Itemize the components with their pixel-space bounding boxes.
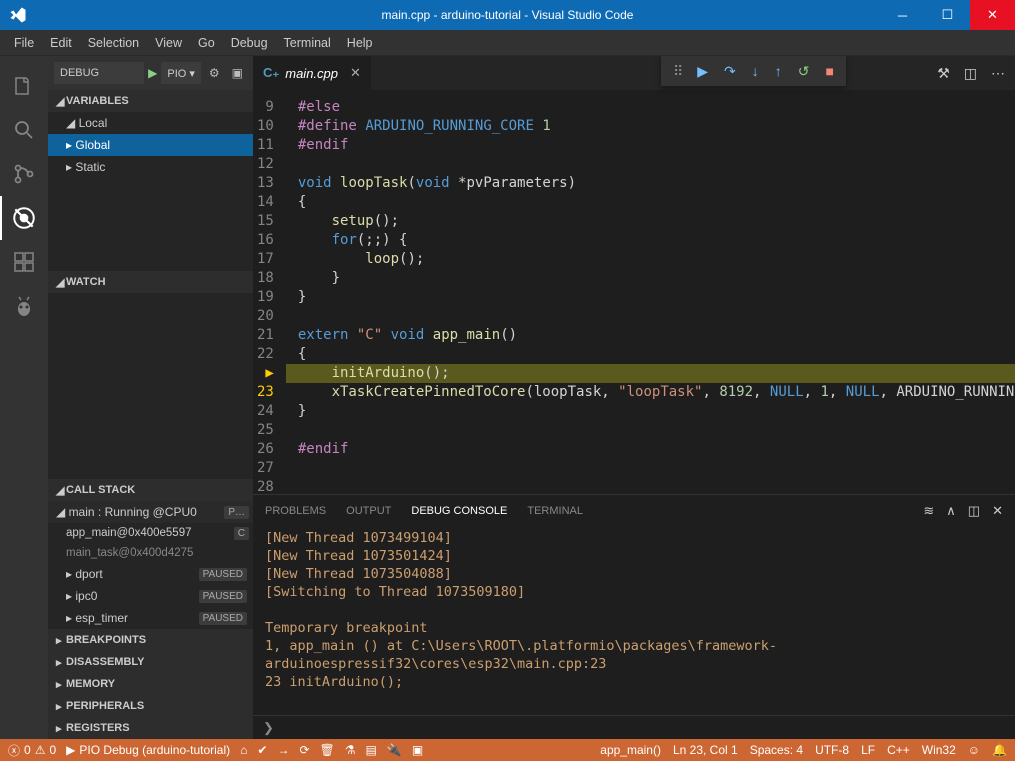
editor-tab-main[interactable]: C₊ main.cpp ✕	[253, 56, 371, 90]
status-feedback-icon[interactable]: ☺	[968, 743, 980, 757]
vscode-icon	[4, 1, 32, 29]
window-titlebar: main.cpp - arduino-tutorial - Visual Stu…	[0, 0, 1015, 30]
toolbar-grip-icon[interactable]: ⠿	[673, 63, 681, 80]
status-encoding[interactable]: UTF-8	[815, 743, 849, 757]
activity-search[interactable]	[0, 108, 48, 152]
window-title: main.cpp - arduino-tutorial - Visual Stu…	[0, 8, 1015, 22]
debug-config-dropdown[interactable]: PIO ▾	[161, 62, 201, 84]
status-errors[interactable]: ⓧ 0 ⚠ 0	[8, 742, 56, 759]
debug-console-input[interactable]: ❯	[253, 715, 1015, 739]
pio-upload-icon[interactable]: →	[277, 743, 289, 757]
debug-restart-button[interactable]: ↺	[798, 63, 810, 80]
editor-tabbar: C₊ main.cpp ✕ ⠿ ▶ ↷ ↓ ↑ ↺ ■ ⚒ ◫ ⋯	[253, 56, 1015, 90]
status-target[interactable]: Win32	[922, 743, 956, 757]
menu-bar: FileEditSelectionViewGoDebugTerminalHelp	[0, 30, 1015, 56]
panel-action-icon[interactable]: ✕	[992, 503, 1003, 519]
var-scope-static[interactable]: ▸ Static	[48, 156, 253, 178]
editor-action-icon[interactable]: ⚒	[937, 65, 950, 82]
panel-tab-debug-console[interactable]: DEBUG CONSOLE	[411, 505, 507, 517]
pio-home-icon[interactable]: ⌂	[240, 743, 247, 757]
more-actions-icon[interactable]: ⋯	[991, 65, 1005, 82]
var-scope-global[interactable]: ▸ Global	[48, 134, 253, 156]
cpp-file-icon: C₊	[263, 65, 279, 81]
tab-filename: main.cpp	[285, 66, 338, 81]
status-task[interactable]: ▶ PIO Debug (arduino-tutorial)	[66, 743, 230, 757]
pio-terminal-icon[interactable]: ▣	[412, 743, 423, 757]
callstack-section-header[interactable]: ◢CALL STACK	[48, 479, 253, 501]
debug-console-icon[interactable]: ▣	[228, 66, 247, 80]
stackframe[interactable]: app_main@0x400e5597C	[48, 523, 253, 543]
debug-step-into-button[interactable]: ↓	[752, 63, 759, 79]
callstack-thread[interactable]: ◢ main : Running @CPU0P…	[48, 501, 253, 523]
activity-bar	[0, 56, 48, 739]
registers-section-header[interactable]: ▸REGISTERS	[48, 717, 253, 739]
debug-toolbar-row: DEBUG ▶ PIO ▾ ⚙ ▣	[48, 56, 253, 90]
panel-action-icon[interactable]: ◫	[968, 503, 980, 519]
menu-go[interactable]: Go	[190, 30, 223, 56]
variables-section-header[interactable]: ◢VARIABLES	[48, 90, 253, 112]
menu-edit[interactable]: Edit	[42, 30, 80, 56]
debug-floating-toolbar[interactable]: ⠿ ▶ ↷ ↓ ↑ ↺ ■	[661, 56, 846, 86]
debug-console-output[interactable]: [New Thread 1073499104][New Thread 10735…	[253, 527, 1015, 715]
menu-selection[interactable]: Selection	[80, 30, 147, 56]
status-bar: ⓧ 0 ⚠ 0 ▶ PIO Debug (arduino-tutorial) ⌂…	[0, 739, 1015, 761]
code-editor[interactable]: 910111213141516171819202122▶ 23242526272…	[253, 90, 1015, 494]
panel-tab-output[interactable]: OUTPUT	[346, 505, 391, 517]
pio-serial-icon[interactable]: 🔌	[387, 743, 402, 757]
pio-run-icon[interactable]: ▤	[366, 743, 377, 757]
debug-sidebar: DEBUG ▶ PIO ▾ ⚙ ▣ ◢VARIABLES ◢ Local ▸ G…	[48, 56, 253, 739]
panel-tab-problems[interactable]: PROBLEMS	[265, 505, 326, 517]
status-eol[interactable]: LF	[861, 743, 875, 757]
watch-section-header[interactable]: ◢WATCH	[48, 271, 253, 293]
pio-sync-icon[interactable]: ⟳	[299, 743, 309, 757]
window-close-button[interactable]: ✕	[970, 0, 1015, 30]
memory-section-header[interactable]: ▸MEMORY	[48, 673, 253, 695]
panel-tab-terminal[interactable]: TERMINAL	[527, 505, 583, 517]
peripherals-section-header[interactable]: ▸PERIPHERALS	[48, 695, 253, 717]
activity-platformio[interactable]	[0, 284, 48, 328]
panel-action-icon[interactable]: ∧	[946, 503, 956, 519]
menu-terminal[interactable]: Terminal	[276, 30, 339, 56]
activity-explorer[interactable]	[0, 64, 48, 108]
status-language[interactable]: C++	[887, 743, 910, 757]
var-scope-local[interactable]: ◢ Local	[48, 112, 253, 134]
debug-stop-button[interactable]: ■	[826, 63, 834, 79]
debug-title: DEBUG	[54, 62, 144, 84]
menu-help[interactable]: Help	[339, 30, 381, 56]
menu-view[interactable]: View	[147, 30, 190, 56]
status-function[interactable]: app_main()	[600, 743, 661, 757]
stackframe[interactable]: main_task@0x400d4275	[48, 543, 253, 563]
bottom-panel: PROBLEMSOUTPUTDEBUG CONSOLETERMINAL≋∧◫✕ …	[253, 494, 1015, 739]
pio-build-icon[interactable]: ✔	[257, 743, 267, 757]
start-debug-button[interactable]: ▶	[148, 66, 157, 80]
disassembly-section-header[interactable]: ▸DISASSEMBLY	[48, 651, 253, 673]
debug-step-out-button[interactable]: ↑	[775, 63, 782, 79]
window-minimize-button[interactable]: ─	[880, 0, 925, 30]
debug-continue-button[interactable]: ▶	[697, 63, 708, 80]
debug-step-over-button[interactable]: ↷	[724, 63, 736, 80]
split-editor-icon[interactable]: ◫	[964, 65, 977, 82]
pio-clean-icon[interactable]: 🗑	[320, 743, 335, 757]
thread-item[interactable]: ▸ esp_timerPAUSED	[48, 607, 253, 629]
activity-debug[interactable]	[0, 196, 48, 240]
status-bell-icon[interactable]: 🔔	[992, 743, 1007, 757]
thread-item[interactable]: ▸ ipc0PAUSED	[48, 585, 253, 607]
panel-tabs: PROBLEMS OUTPUT DEBUG CONSOLE TERMINAL ≋ ∧ ◫ ✕	[253, 495, 1015, 527]
status-position[interactable]: Ln 23, Col 1	[673, 743, 738, 757]
panel-action-icon[interactable]: ≋	[923, 503, 934, 519]
breakpoints-section-header[interactable]: ▸BREAKPOINTS	[48, 629, 253, 651]
pio-test-icon[interactable]: ⚗	[345, 743, 356, 757]
activity-extensions[interactable]	[0, 240, 48, 284]
thread-item[interactable]: ▸ dportPAUSED	[48, 563, 253, 585]
gear-icon[interactable]: ⚙	[205, 66, 224, 80]
window-maximize-button[interactable]: ☐	[925, 0, 970, 30]
menu-debug[interactable]: Debug	[223, 30, 276, 56]
menu-file[interactable]: File	[6, 30, 42, 56]
tab-close-icon[interactable]: ✕	[344, 65, 361, 81]
activity-scm[interactable]	[0, 152, 48, 196]
status-spaces[interactable]: Spaces: 4	[750, 743, 803, 757]
